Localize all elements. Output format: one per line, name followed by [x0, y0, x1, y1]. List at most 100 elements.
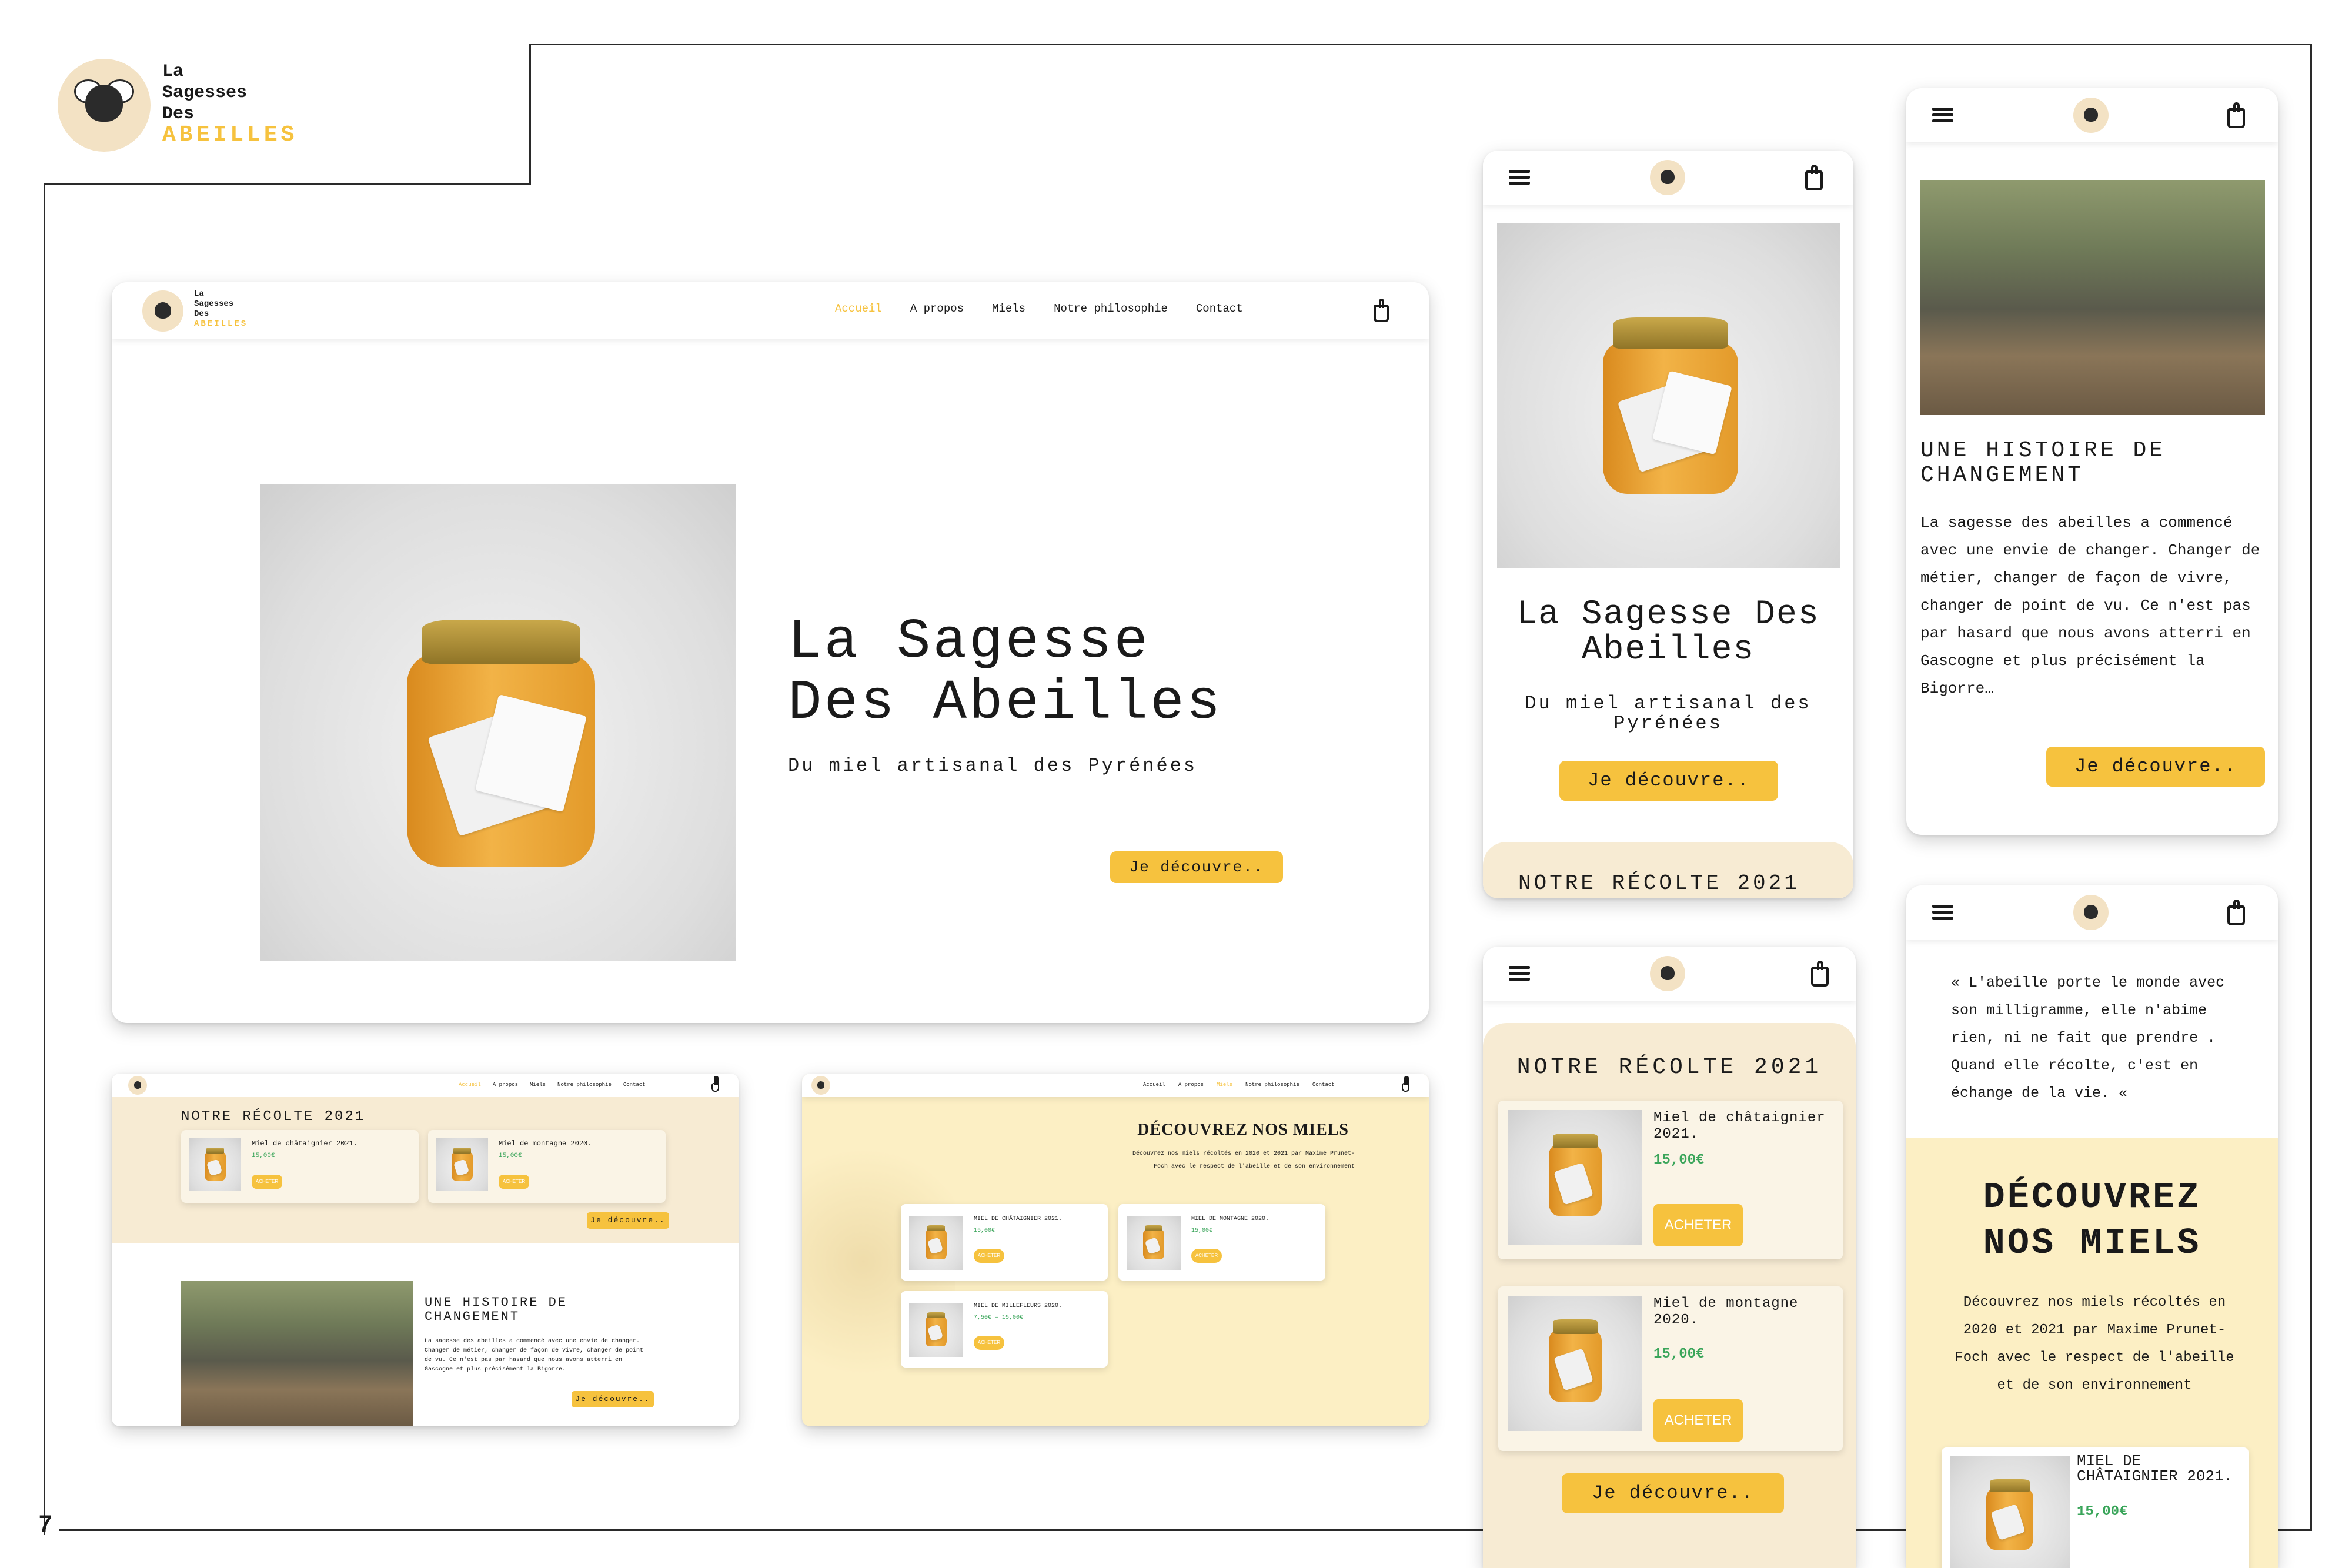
mobile-hero-peek-title: NOTRE RÉCOLTE 2021: [1518, 871, 1800, 895]
story-cta-button[interactable]: Je découvre..: [572, 1391, 654, 1407]
miels-nav-apropos[interactable]: A propos: [1178, 1082, 1204, 1088]
miels-nav-accueil[interactable]: Accueil: [1143, 1082, 1165, 1088]
harvest-nav-accueil[interactable]: Accueil: [459, 1082, 481, 1088]
mobile-harvest-cart-icon[interactable]: [1811, 961, 1829, 987]
miels-product-3-buy-button[interactable]: ACHETER: [974, 1336, 1004, 1350]
miels-product-1-buy-button[interactable]: ACHETER: [974, 1249, 1004, 1263]
mobile-miels-section: DÉCOUVREZ NOS MIELS Découvrez nos miels …: [1906, 1138, 2278, 1568]
mobile-quote-cart-icon[interactable]: [2227, 900, 2245, 925]
mobile-hero-title: La Sagesse Des Abeilles: [1516, 596, 1820, 669]
harvest-product-2[interactable]: Miel de montagne 2020. 15,00€ ACHETER: [428, 1130, 666, 1203]
mobile-product-1-buy-button[interactable]: ACHETER: [1653, 1204, 1743, 1246]
mobile-miels-product-1-price: 15,00€: [2077, 1504, 2128, 1520]
mobile-miels-product-1-image: [1950, 1456, 2070, 1568]
mobile-story-mockup: UNE HISTOIRE DE CHANGEMENT La sagesse de…: [1906, 88, 2278, 835]
harvest-cta-button[interactable]: Je découvre..: [587, 1212, 669, 1229]
miels-cart-icon[interactable]: [1402, 1076, 1409, 1092]
nav-item-philosophie[interactable]: Notre philosophie: [1054, 302, 1168, 315]
harvest-menu-icon[interactable]: [1509, 963, 1530, 984]
mobile-quote-text: « L'abeille porte le monde avec son mill…: [1951, 974, 2225, 1102]
product-2-price: 15,00€: [499, 1152, 522, 1159]
brand-line2: Sagesses: [162, 83, 248, 103]
harvest-nav-contact[interactable]: Contact: [623, 1082, 646, 1088]
product-2-buy-button[interactable]: ACHETER: [499, 1175, 529, 1189]
story-text: La sagesse des abeilles a commencé avec …: [425, 1338, 644, 1373]
nav-item-accueil[interactable]: Accueil: [835, 302, 882, 315]
mobile-product-2-buy-button[interactable]: ACHETER: [1653, 1399, 1743, 1442]
harvest-nav-logo-icon[interactable]: [128, 1076, 147, 1095]
menu-icon[interactable]: [1509, 167, 1530, 188]
page-number: 7: [39, 1511, 52, 1537]
miels-nav-logo-icon[interactable]: [811, 1076, 830, 1095]
nav-brand-1: La: [194, 289, 204, 299]
brand-line3: Des: [162, 104, 195, 124]
mobile-quote-navbar: [1906, 885, 2278, 940]
miels-product-2[interactable]: MIEL DE MONTAGNE 2020. 15,00€ ACHETER: [1118, 1204, 1325, 1281]
mobile-story-navbar: [1906, 88, 2278, 142]
mobile-quote-mockup: « L'abeille porte le monde avec son mill…: [1906, 885, 2278, 1568]
product-2-name: Miel de montagne 2020.: [499, 1139, 592, 1148]
mobile-harvest-product-1[interactable]: Miel de châtaignier 2021. 15,00€ ACHETER: [1498, 1101, 1843, 1259]
nav-item-miels[interactable]: Miels: [992, 302, 1025, 315]
miels-product-2-buy-button[interactable]: ACHETER: [1191, 1249, 1222, 1263]
frame-step-h: [44, 183, 531, 185]
mobile-product-1-name: Miel de châtaignier 2021.: [1653, 1110, 1826, 1142]
story-title: UNE HISTOIRE DE CHANGEMENT: [425, 1295, 568, 1324]
harvest-nav-philosophie[interactable]: Notre philosophie: [557, 1082, 612, 1088]
story-photo: [181, 1281, 413, 1426]
mobile-hero-photo: [1497, 223, 1840, 568]
miels-product-3[interactable]: MIEL DE MILLEFLEURS 2020. 7,50€ – 15,00€…: [901, 1291, 1108, 1368]
mobile-story-cta-button[interactable]: Je découvre..: [2046, 747, 2265, 787]
miels-product-1[interactable]: MIEL DE CHÂTAIGNIER 2021. 15,00€ ACHETER: [901, 1204, 1108, 1281]
mobile-hero-logo-icon[interactable]: [1650, 160, 1685, 195]
nav-item-contact[interactable]: Contact: [1196, 302, 1243, 315]
mobile-harvest-cta-button[interactable]: Je découvre..: [1562, 1473, 1784, 1513]
miels-text: Découvrez nos miels récoltés en 2020 et …: [1132, 1151, 1355, 1170]
mobile-miels-title: DÉCOUVREZ NOS MIELS: [1906, 1175, 2278, 1266]
mobile-miels-product-1-name: MIEL DE CHÂTAIGNIER 2021.: [2077, 1452, 2233, 1485]
hero-cta-button[interactable]: Je découvre..: [1110, 851, 1283, 883]
frame-left-step: [529, 44, 531, 185]
harvest-nav-apropos[interactable]: A propos: [493, 1082, 518, 1088]
desktop-harvest-mockup: Accueil A propos Miels Notre philosophie…: [112, 1074, 739, 1426]
mobile-story-cart-icon[interactable]: [2227, 102, 2245, 128]
frame-right: [2310, 44, 2312, 1531]
mobile-harvest-section: NOTRE RÉCOLTE 2021 Miel de châtaignier 2…: [1483, 1023, 1856, 1568]
mobile-product-1-price: 15,00€: [1653, 1152, 1705, 1168]
mobile-miels-product-1[interactable]: MIEL DE CHÂTAIGNIER 2021. 15,00€: [1942, 1447, 2249, 1568]
mobile-quote-logo-icon[interactable]: [2073, 895, 2109, 930]
mobile-hero-navbar: [1483, 151, 1853, 205]
harvest-product-1[interactable]: Miel de châtaignier 2021. 15,00€ ACHETER: [181, 1130, 419, 1203]
mobile-product-2-name: Miel de montagne 2020.: [1653, 1296, 1799, 1328]
mobile-story-title: UNE HISTOIRE DE CHANGEMENT: [1920, 438, 2166, 488]
product-1-buy-button[interactable]: ACHETER: [252, 1175, 282, 1189]
mobile-hero-cta-button[interactable]: Je découvre..: [1559, 761, 1778, 801]
miels-product-2-price: 15,00€: [1191, 1228, 1213, 1234]
miels-title: DÉCOUVREZ NOS MIELS: [1137, 1121, 1349, 1139]
mobile-harvest-logo-icon[interactable]: [1650, 956, 1685, 991]
cart-icon[interactable]: [1374, 299, 1389, 322]
bee-logo-icon: [58, 59, 151, 152]
nav-logo-icon[interactable]: [142, 290, 183, 332]
harvest-cart-icon[interactable]: [711, 1076, 719, 1092]
harvest-nav-miels[interactable]: Miels: [530, 1082, 546, 1088]
miels-product-1-name: MIEL DE CHÂTAIGNIER 2021.: [974, 1216, 1063, 1222]
miels-nav-contact[interactable]: Contact: [1312, 1082, 1335, 1088]
mobile-miels-text: Découvrez nos miels récoltés en 2020 et …: [1955, 1295, 2234, 1393]
story-menu-icon[interactable]: [1932, 105, 1953, 125]
nav-brand-2: Sagesses: [194, 299, 234, 309]
miels-nav-philosophie[interactable]: Notre philosophie: [1245, 1082, 1299, 1088]
mobile-harvest-product-2[interactable]: Miel de montagne 2020. 15,00€ ACHETER: [1498, 1286, 1843, 1451]
nav-item-apropos[interactable]: A propos: [910, 302, 964, 315]
mobile-hero-cart-icon[interactable]: [1805, 165, 1823, 190]
mobile-story-logo-icon[interactable]: [2073, 98, 2109, 133]
mobile-miels-title-2: NOS MIELS: [1983, 1222, 2201, 1264]
harvest-navbar: Accueil A propos Miels Notre philosophie…: [112, 1074, 739, 1097]
mobile-product-2-price: 15,00€: [1653, 1346, 1705, 1362]
product-1-price: 15,00€: [252, 1152, 275, 1159]
miels-nav-miels[interactable]: Miels: [1217, 1082, 1232, 1088]
quote-menu-icon[interactable]: [1932, 902, 1953, 922]
mobile-product-2-image: [1508, 1296, 1642, 1431]
miels-product-2-image: [1127, 1216, 1181, 1270]
product-2-image: [436, 1138, 488, 1191]
